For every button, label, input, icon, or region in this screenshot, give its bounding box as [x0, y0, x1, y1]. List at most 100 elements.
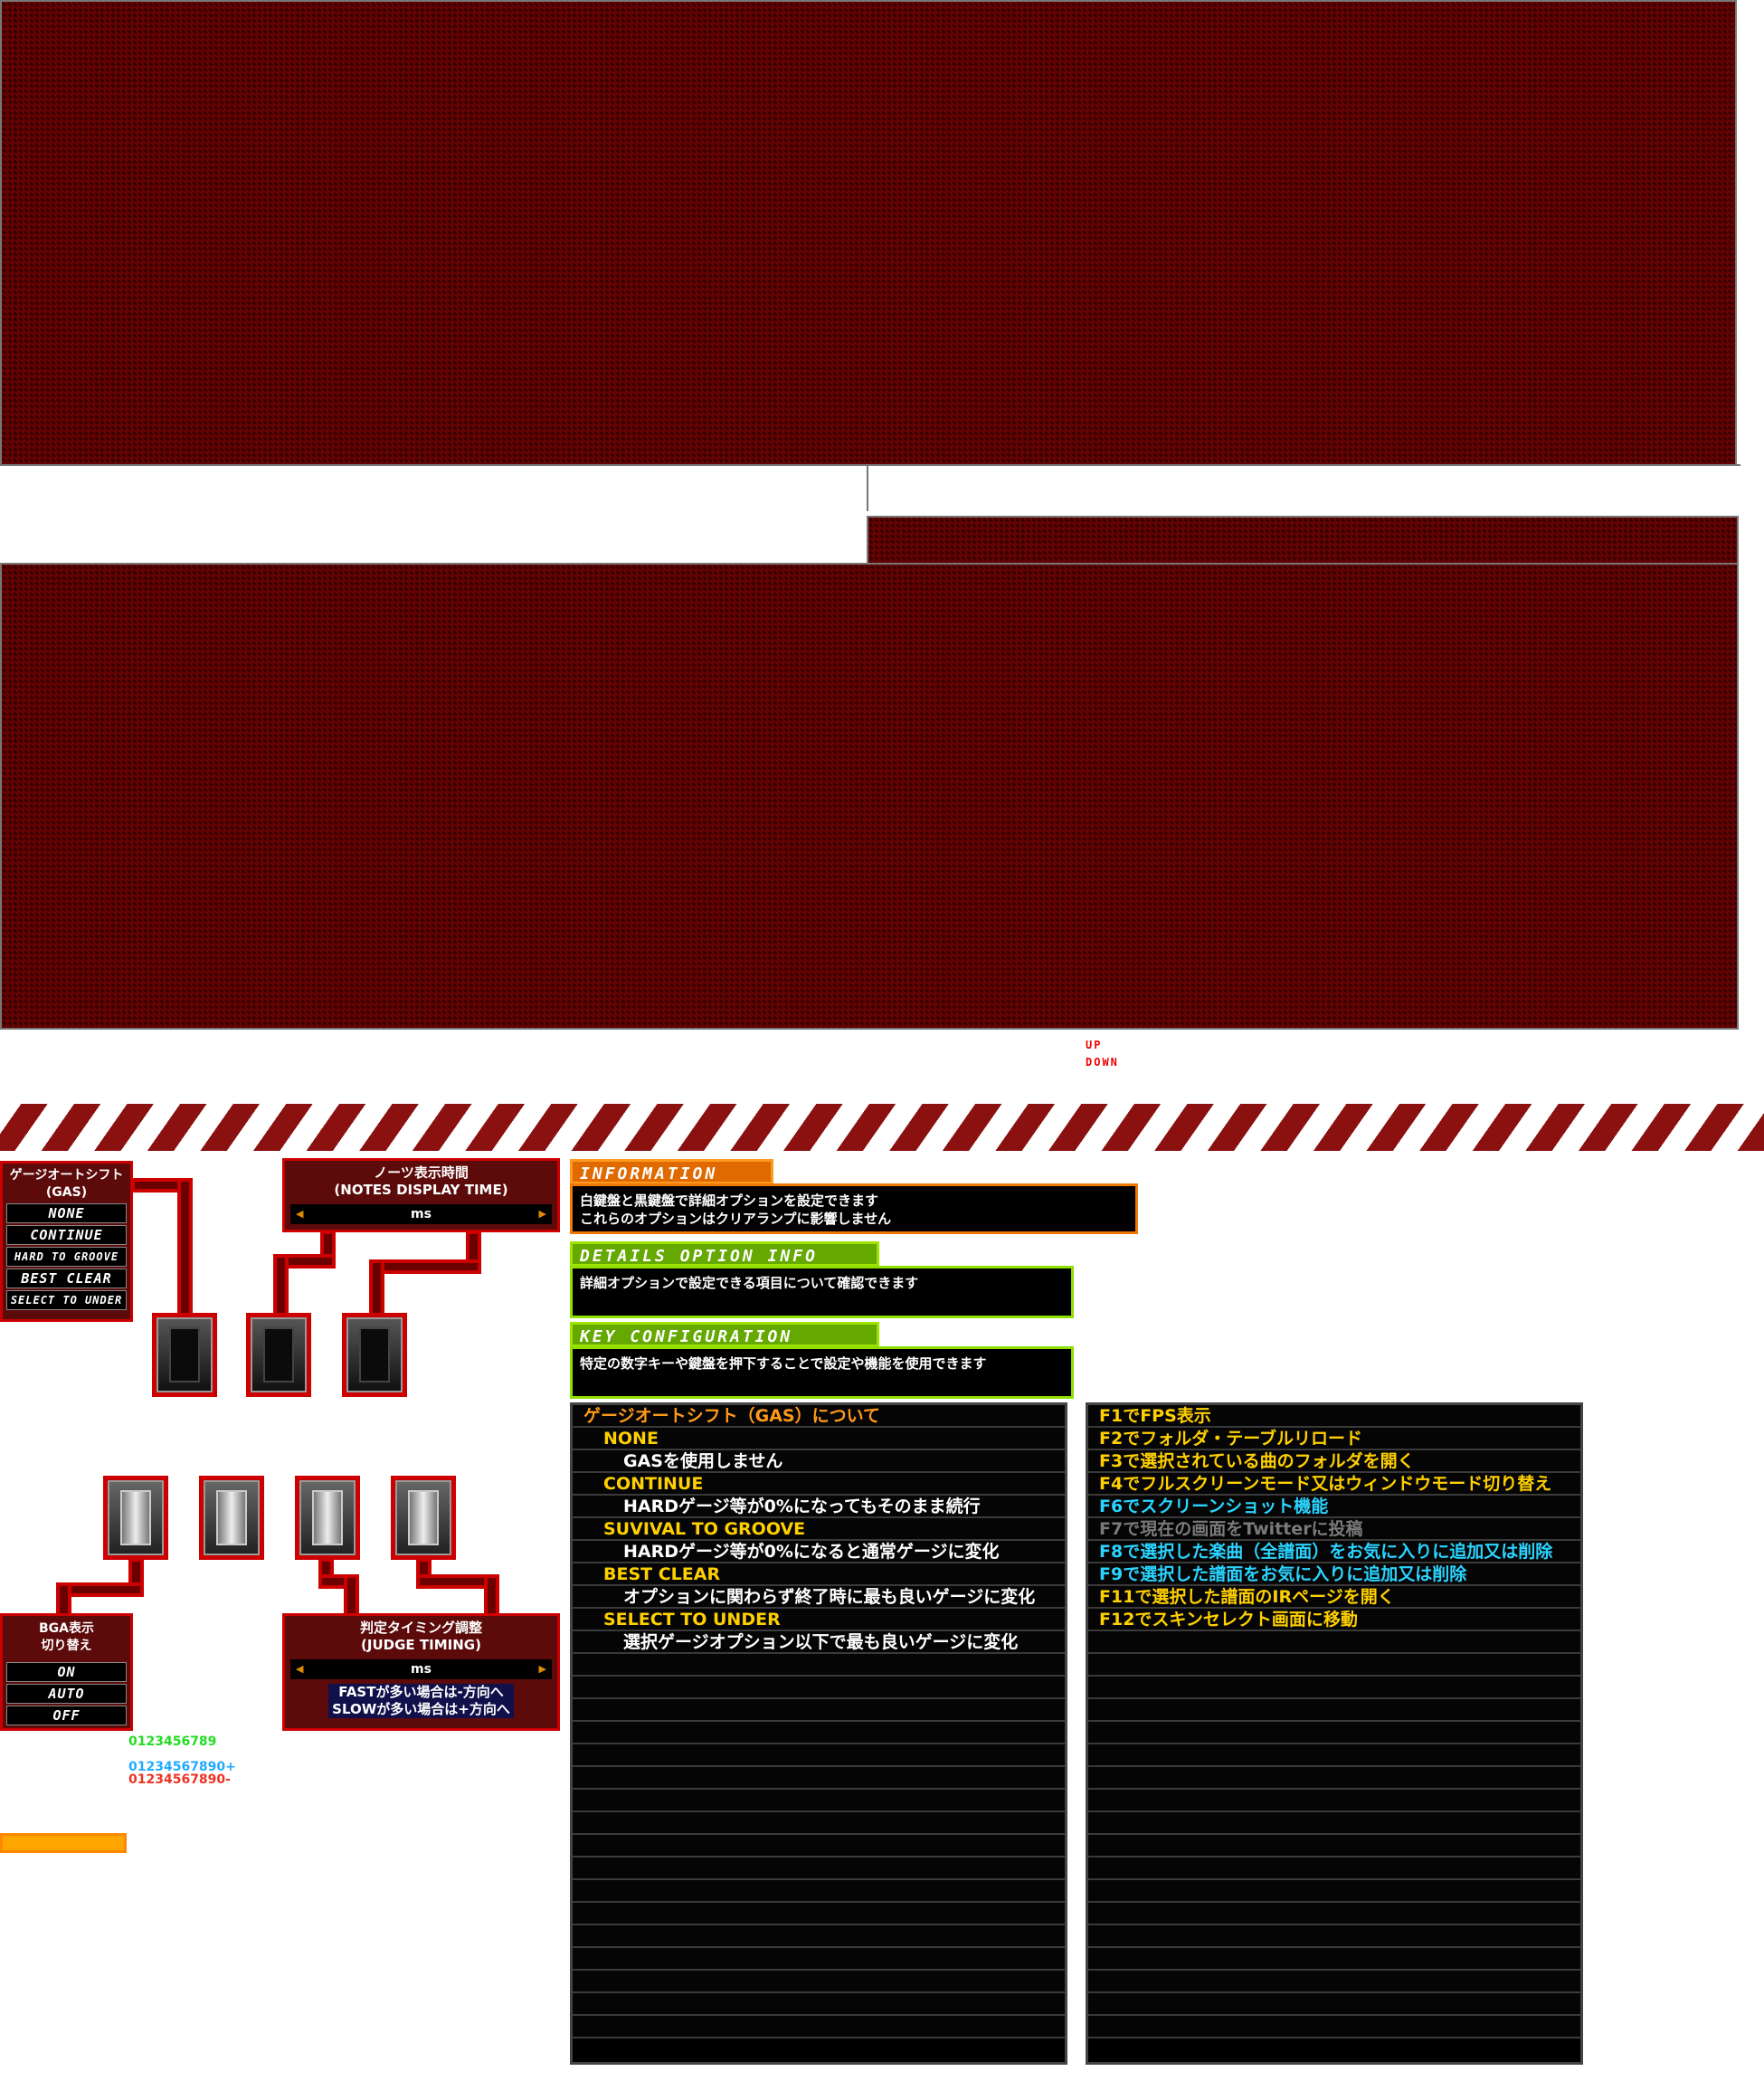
list-item: HARDゲージ等が0%になると通常ゲージに変化 — [573, 1541, 1065, 1563]
fkey-text: F6でスクリーンショット機能 — [1099, 1497, 1329, 1516]
fkey-text: F3で選択されている曲のフォルダを開く — [1099, 1451, 1415, 1471]
list-item: NONE — [573, 1428, 1065, 1450]
bga-option-off[interactable]: OFF — [6, 1706, 127, 1725]
arrow-left-icon[interactable]: ◀ — [296, 1204, 303, 1224]
fkey-text: F8で選択した楽曲（全譜面）をお気に入りに追加又は削除 — [1099, 1542, 1553, 1562]
gas-option-best-clear[interactable]: BEST CLEAR — [6, 1269, 127, 1288]
gas-option-none[interactable]: NONE — [6, 1203, 127, 1223]
arrow-left-icon[interactable]: ◀ — [296, 1659, 303, 1679]
white-key-3[interactable] — [295, 1476, 360, 1560]
details-option-info-box: 詳細オプションで設定できる項目について確認できます — [570, 1266, 1074, 1318]
list-item — [1088, 1812, 1580, 1835]
list-item: SELECT TO UNDER — [573, 1609, 1065, 1631]
key-configuration-box: 特定の数字キーや鍵盤を押下することで設定や機能を使用できます — [570, 1346, 1074, 1399]
list-item: F4でフルスクリーンモード又はウィンドウモード切り替え — [1088, 1473, 1580, 1496]
digits-red: 01234567890- — [128, 1772, 231, 1787]
white-key-1[interactable] — [103, 1476, 168, 1560]
list-item — [1088, 1948, 1580, 1971]
key-configuration-tab: KEY CONFIGURATION — [570, 1322, 879, 1347]
list-item — [1088, 1654, 1580, 1677]
arrow-right-icon[interactable]: ▶ — [539, 1659, 546, 1679]
fkey-text: F9で選択した譜面をお気に入りに追加又は削除 — [1099, 1564, 1467, 1584]
function-key-list: F1でFPS表示 F2でフォルダ・テーブルリロード F3で選択されている曲のフォルダ… — [1086, 1402, 1583, 2065]
digits-green: 0123456789 — [128, 1734, 217, 1749]
list-item — [1088, 1722, 1580, 1744]
fkey-text: F12でスキンセレクト画面に移動 — [1099, 1610, 1358, 1630]
white-key-4[interactable] — [391, 1476, 456, 1560]
list-item: F3で選択されている曲のフォルダを開く — [1088, 1450, 1580, 1473]
list-item — [1088, 1925, 1580, 1948]
notes-display-time-panel[interactable]: ノーツ表示時間 (NOTES DISPLAY TIME) ◀ ms ▶ — [282, 1158, 560, 1232]
wire-gas-key-vertical — [177, 1178, 193, 1321]
fkey-text: F4でフルスクリーンモード又はウィンドウモード切り替え — [1099, 1474, 1552, 1494]
bga-panel-title: BGA表示 切り替え — [39, 1621, 94, 1653]
list-item: F11で選択した譜面のIRページを開く — [1088, 1586, 1580, 1609]
white-key-2[interactable] — [199, 1476, 264, 1560]
fkey-text: F7で現在の画面をTwitterに投稿 — [1099, 1519, 1363, 1539]
gas-option-continue[interactable]: CONTINUE — [6, 1225, 127, 1245]
notes-time-value[interactable]: ◀ ms ▶ — [290, 1204, 552, 1224]
gas-help-text: HARDゲージ等が0%になってもそのまま続行 — [623, 1497, 981, 1516]
list-item — [1088, 1677, 1580, 1699]
judge-timing-panel[interactable]: 判定タイミング調整 (JUDGE TIMING) ◀ ms ▶ FASTが多い場… — [282, 1613, 560, 1731]
panel-notch-top — [867, 464, 1740, 511]
list-item: F2でフォルダ・テーブルリロード — [1088, 1428, 1580, 1450]
bga-option-on[interactable]: ON — [6, 1662, 127, 1682]
gas-option-panel[interactable]: ゲージオートシフト (GAS) NONE CONTINUE HARD TO GR… — [0, 1161, 133, 1322]
list-item — [573, 1677, 1065, 1699]
judge-hint-slow: SLOWが多い場合は+方向へ — [328, 1701, 514, 1718]
list-item: SUVIVAL TO GROOVE — [573, 1518, 1065, 1541]
list-item — [1088, 1835, 1580, 1858]
list-item — [573, 1858, 1065, 1880]
judge-timing-value[interactable]: ◀ ms ▶ — [290, 1659, 552, 1679]
judge-hint-fast: FASTが多い場合は-方向へ — [328, 1684, 514, 1701]
list-item: F6でスクリーンショット機能 — [1088, 1496, 1580, 1518]
list-item: HARDゲージ等が0%になってもそのまま続行 — [573, 1496, 1065, 1518]
gas-panel-title: ゲージオートシフト (GAS) — [9, 1168, 124, 1200]
information-tab: INFORMATION — [570, 1159, 773, 1184]
fkey-text: F2でフォルダ・テーブルリロード — [1099, 1429, 1363, 1449]
list-item: GASを使用しません — [573, 1450, 1065, 1473]
bga-display-panel[interactable]: BGA表示 切り替え ON AUTO OFF — [0, 1613, 133, 1731]
list-item: F1でFPS表示 — [1088, 1405, 1580, 1428]
down-label: DOWN — [1086, 1056, 1119, 1069]
list-item — [573, 1971, 1065, 1993]
fkey-text: F11で選択した譜面のIRページを開く — [1099, 1587, 1395, 1607]
list-item — [573, 1993, 1065, 2016]
list-item — [573, 1699, 1065, 1722]
gas-option-hard-to-groove[interactable]: HARD TO GROOVE — [6, 1247, 127, 1267]
fkey-text: F1でFPS表示 — [1099, 1406, 1211, 1426]
orange-gauge-bar — [0, 1833, 127, 1853]
list-item: ゲージオートシフト（GAS）について — [573, 1405, 1065, 1428]
list-item — [1088, 1631, 1580, 1654]
gas-help-text: BEST CLEAR — [603, 1564, 721, 1584]
bga-option-auto[interactable]: AUTO — [6, 1684, 127, 1704]
list-item — [573, 1744, 1065, 1767]
arrow-right-icon[interactable]: ▶ — [539, 1204, 546, 1224]
information-line-1: 白鍵盤と黒鍵盤で詳細オプションを設定できます — [580, 1193, 879, 1209]
list-item: オプションに関わらず終了時に最も良いゲージに変化 — [573, 1586, 1065, 1609]
black-key-2[interactable] — [246, 1313, 311, 1397]
notes-panel-title: ノーツ表示時間 (NOTES DISPLAY TIME) — [334, 1164, 508, 1198]
list-item: BEST CLEAR — [573, 1563, 1065, 1586]
keyconfig-line-1: 特定の数字キーや鍵盤を押下することで設定や機能を使用できます — [580, 1355, 987, 1372]
list-item — [573, 1812, 1065, 1835]
wire-judge-left-c — [344, 1574, 359, 1618]
list-item — [573, 1790, 1065, 1812]
list-item — [1088, 1903, 1580, 1925]
wire-notes-left-c — [273, 1254, 289, 1317]
black-key-1[interactable] — [152, 1313, 217, 1397]
gas-help-text: SUVIVAL TO GROOVE — [603, 1519, 806, 1539]
black-key-3[interactable] — [342, 1313, 407, 1397]
background-panel-bottom — [0, 563, 1739, 1030]
information-line-2: これらのオプションはクリアランプに影響しません — [580, 1211, 892, 1227]
information-box: 白鍵盤と黒鍵盤で詳細オプションを設定できます これらのオプションはクリアランプに… — [570, 1183, 1138, 1234]
gas-help-text: CONTINUE — [603, 1474, 704, 1494]
list-item — [1088, 1880, 1580, 1903]
list-item: F8で選択した楽曲（全譜面）をお気に入りに追加又は削除 — [1088, 1541, 1580, 1563]
list-item: F9で選択した譜面をお気に入りに追加又は削除 — [1088, 1563, 1580, 1586]
notes-time-unit: ms — [411, 1207, 432, 1221]
gas-help-text: GASを使用しません — [623, 1451, 783, 1471]
gas-option-select-to-under[interactable]: SELECT TO UNDER — [6, 1290, 127, 1310]
list-item — [573, 1880, 1065, 1903]
